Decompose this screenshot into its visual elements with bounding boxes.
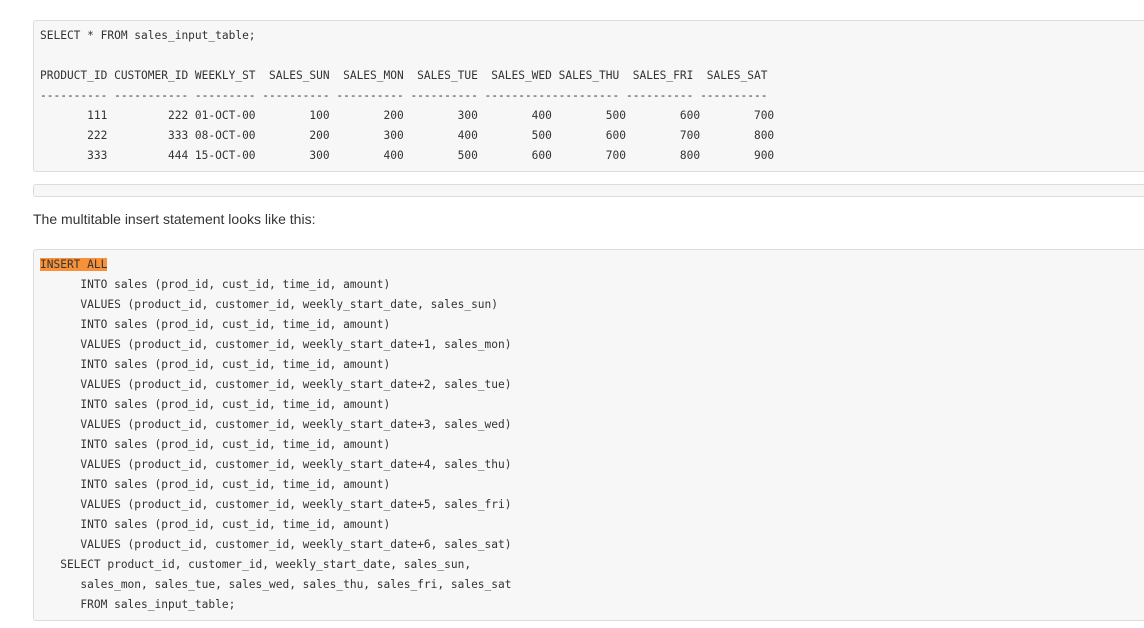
search-highlight: INSERT ALL (40, 258, 108, 271)
result-header-row: PRODUCT_ID CUSTOMER_ID WEEKLY_ST SALES_S… (40, 69, 768, 82)
code-line: INTO sales (prod_id, cust_id, time_id, a… (40, 478, 391, 491)
code-line: VALUES (product_id, customer_id, weekly_… (40, 298, 499, 311)
code-line: SELECT product_id, customer_id, weekly_s… (40, 558, 472, 571)
query-code-block: SELECT * FROM sales_input_table; PRODUCT_… (33, 20, 1144, 172)
code-line: INTO sales (prod_id, cust_id, time_id, a… (40, 438, 391, 451)
insert-code: INSERT ALL INTO sales (prod_id, cust_id,… (40, 255, 511, 615)
code-line: INTO sales (prod_id, cust_id, time_id, a… (40, 398, 391, 411)
code-line: VALUES (product_id, customer_id, weekly_… (40, 418, 512, 431)
code-line: VALUES (product_id, customer_id, weekly_… (40, 538, 512, 551)
code-line: FROM sales_input_table; (40, 598, 236, 611)
description-text: The multitable insert statement looks li… (33, 211, 316, 227)
code-line: SELECT * FROM sales_input_table; (40, 29, 256, 42)
code-line: INTO sales (prod_id, cust_id, time_id, a… (40, 518, 391, 531)
code-line: sales_mon, sales_tue, sales_wed, sales_t… (40, 578, 512, 591)
code-line: VALUES (product_id, customer_id, weekly_… (40, 378, 512, 391)
result-row: 333 444 15-OCT-00 300 400 500 600 700 80… (40, 149, 775, 162)
code-line: INTO sales (prod_id, cust_id, time_id, a… (40, 278, 391, 291)
result-row: 222 333 08-OCT-00 200 300 400 500 600 70… (40, 129, 775, 142)
query-code: SELECT * FROM sales_input_table; PRODUCT_… (40, 26, 774, 166)
result-separator-row: ---------- ----------- --------- -------… (40, 89, 768, 102)
result-row: 111 222 01-OCT-00 100 200 300 400 500 60… (40, 109, 775, 122)
code-line: VALUES (product_id, customer_id, weekly_… (40, 498, 512, 511)
code-line: VALUES (product_id, customer_id, weekly_… (40, 458, 512, 471)
insert-code-block: INSERT ALL INTO sales (prod_id, cust_id,… (33, 249, 1144, 621)
code-line: VALUES (product_id, customer_id, weekly_… (40, 338, 512, 351)
code-line: INTO sales (prod_id, cust_id, time_id, a… (40, 318, 391, 331)
code-line: INTO sales (prod_id, cust_id, time_id, a… (40, 358, 391, 371)
empty-code-block (33, 184, 1144, 197)
